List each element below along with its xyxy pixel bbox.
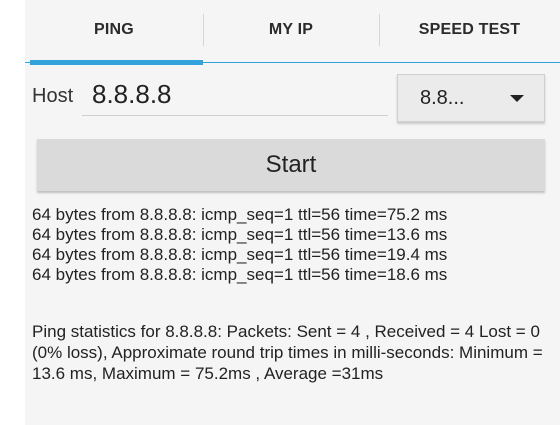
output-line: 64 bytes from 8.8.8.8: icmp_seq=1 ttl=56… (32, 265, 448, 284)
chevron-down-icon (510, 95, 524, 102)
tab-bar: PING MY IP SPEED TEST (25, 0, 560, 65)
host-input[interactable] (82, 74, 388, 116)
output-line: 64 bytes from 8.8.8.8: icmp_seq=1 ttl=56… (32, 205, 448, 224)
host-label: Host (32, 85, 74, 107)
app-screen: PING MY IP SPEED TEST Host 8.8... Start … (25, 0, 560, 425)
tab-speed-test[interactable]: SPEED TEST (379, 0, 560, 60)
output-line: 64 bytes from 8.8.8.8: icmp_seq=1 ttl=56… (32, 245, 448, 264)
output-line: 64 bytes from 8.8.8.8: icmp_seq=1 ttl=56… (32, 225, 448, 244)
active-tab-indicator (30, 60, 203, 65)
tab-ping[interactable]: PING (25, 0, 203, 60)
ping-output: 64 bytes from 8.8.8.8: icmp_seq=1 ttl=56… (32, 205, 556, 285)
host-dropdown[interactable]: 8.8... (397, 74, 545, 122)
start-button[interactable]: Start (37, 139, 545, 191)
tab-my-ip[interactable]: MY IP (203, 0, 379, 60)
ping-statistics: Ping statistics for 8.8.8.8: Packets: Se… (32, 322, 543, 383)
host-dropdown-value: 8.8... (420, 86, 465, 109)
